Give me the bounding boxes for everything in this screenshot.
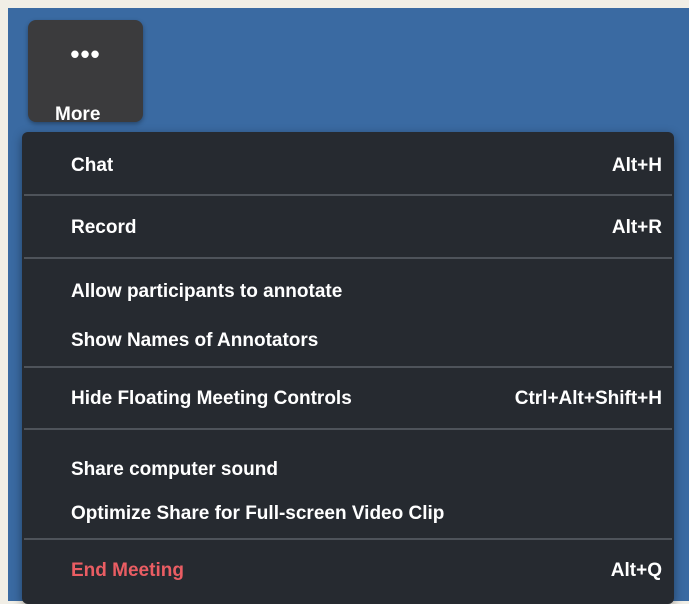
menu-item-shortcut: Alt+H bbox=[611, 155, 662, 176]
menu-item-label: Chat bbox=[71, 155, 114, 176]
menu-item-label: End Meeting bbox=[71, 560, 184, 581]
menu-divider bbox=[24, 366, 672, 368]
menu-item-label: Optimize Share for Full-screen Video Cli… bbox=[71, 503, 445, 524]
more-menu: Chat Alt+H Record Alt+R Allow participan… bbox=[22, 132, 674, 604]
menu-item-shortcut: Alt+R bbox=[611, 217, 662, 238]
menu-item-end-meeting[interactable]: End Meeting Alt+Q bbox=[22, 545, 674, 593]
menu-item-record[interactable]: Record Alt+R bbox=[22, 202, 674, 250]
more-button[interactable]: ••• More bbox=[28, 20, 143, 125]
menu-item-chat[interactable]: Chat Alt+H bbox=[22, 140, 674, 188]
menu-item-allow-annotate[interactable]: Allow participants to annotate bbox=[22, 266, 674, 314]
menu-item-label: Record bbox=[71, 217, 137, 238]
more-button-label: More bbox=[55, 104, 101, 125]
menu-item-share-computer-sound[interactable]: Share computer sound bbox=[22, 444, 674, 492]
menu-item-hide-floating-controls[interactable]: Hide Floating Meeting Controls Ctrl+Alt+… bbox=[22, 373, 674, 421]
menu-item-show-annotator-names[interactable]: Show Names of Annotators bbox=[22, 315, 674, 363]
menu-divider bbox=[24, 194, 672, 196]
menu-item-optimize-share[interactable]: Optimize Share for Full-screen Video Cli… bbox=[22, 488, 674, 536]
menu-item-label: Hide Floating Meeting Controls bbox=[71, 388, 352, 409]
shared-screen-background: ••• More Chat Alt+H Record Alt+R Allow p… bbox=[8, 8, 689, 604]
menu-item-label: Share computer sound bbox=[71, 459, 278, 480]
menu-divider bbox=[24, 428, 672, 430]
menu-item-label: Show Names of Annotators bbox=[71, 330, 319, 351]
menu-item-label: Allow participants to annotate bbox=[71, 281, 343, 302]
menu-divider bbox=[24, 257, 672, 259]
menu-divider bbox=[24, 538, 672, 540]
menu-item-shortcut: Ctrl+Alt+Shift+H bbox=[514, 388, 662, 409]
menu-item-shortcut: Alt+Q bbox=[610, 560, 662, 581]
more-dots-icon: ••• bbox=[70, 39, 101, 69]
